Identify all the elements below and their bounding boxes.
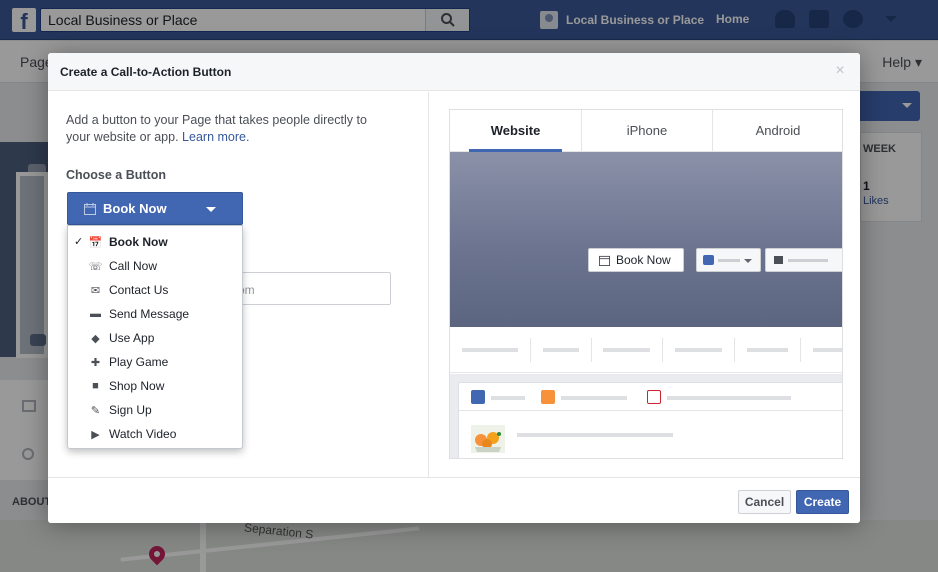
dialog-title: Create a Call-to-Action Button — [60, 65, 232, 79]
envelope-icon: ✉ — [90, 284, 101, 297]
menu-item-label: Send Message — [109, 307, 190, 321]
tab-android[interactable]: Android — [712, 110, 842, 152]
preview-cta-label: Book Now — [616, 253, 671, 267]
preview-tabs: Website iPhone Android — [450, 110, 842, 152]
preview-feed — [450, 374, 842, 458]
cube-icon: ◆ — [91, 332, 100, 345]
tab-iphone[interactable]: iPhone — [581, 110, 712, 152]
pencil-icon: ✎ — [90, 404, 101, 417]
preview-like-button — [696, 248, 761, 272]
menu-item-sign-up[interactable]: ✎ Sign Up — [68, 398, 242, 422]
placeholder-bar — [718, 259, 740, 262]
calendar-icon — [599, 255, 610, 266]
dialog-left-panel: Add a button to your Page that takes peo… — [48, 92, 428, 477]
button-type-menu: ✓ 📅 Book Now ☏ Call Now ✉ Contact Us ▬ Send Mess… — [67, 225, 243, 449]
choose-button-label: Choose a Button — [66, 168, 166, 182]
preview-cover-photo — [450, 152, 842, 327]
placeholder-bar — [675, 347, 722, 352]
menu-item-label: Call Now — [109, 259, 158, 273]
dialog-header: Create a Call-to-Action Button × — [48, 53, 860, 91]
nav-divider — [530, 337, 532, 362]
menu-item-label: Watch Video — [109, 427, 177, 441]
menu-item-label: Book Now — [109, 235, 168, 249]
profile-thumbnail-icon — [471, 425, 505, 453]
menu-item-label: Shop Now — [109, 379, 165, 393]
video-icon: ▶ — [91, 428, 100, 441]
selected-button-label: Book Now — [103, 201, 167, 216]
menu-item-send-message[interactable]: ▬ Send Message — [68, 302, 242, 326]
game-controller-icon: ✚ — [90, 356, 101, 369]
placeholder-bar — [667, 396, 791, 400]
preview-composer — [458, 382, 842, 458]
menu-item-book-now[interactable]: ✓ 📅 Book Now — [68, 230, 242, 254]
thumbs-up-icon — [703, 255, 714, 265]
nav-divider — [662, 337, 664, 362]
placeholder-bar — [812, 347, 842, 352]
message-icon — [774, 256, 783, 264]
create-button[interactable]: Create — [796, 490, 849, 514]
event-calendar-icon — [647, 390, 661, 404]
checkmark-icon: ✓ — [74, 236, 84, 248]
dialog-footer: Cancel Create — [48, 477, 860, 523]
menu-item-watch-video[interactable]: ▶ Watch Video — [68, 422, 242, 446]
panel-divider — [428, 92, 429, 477]
placeholder-bar — [462, 347, 519, 352]
placeholder-bar — [561, 396, 627, 400]
cta-dialog: Create a Call-to-Action Button × Add a b… — [48, 53, 860, 523]
preview-cta-button: Book Now — [588, 248, 684, 272]
nav-divider — [590, 337, 592, 362]
menu-item-call-now[interactable]: ☏ Call Now — [68, 254, 242, 278]
chevron-down-icon — [206, 207, 216, 212]
placeholder-bar — [603, 347, 651, 352]
intro-text: Add a button to your Page that takes peo… — [66, 112, 386, 146]
chevron-down-icon — [744, 259, 752, 263]
choose-button-dropdown[interactable]: Book Now — [67, 192, 243, 225]
placeholder-bar — [543, 347, 579, 352]
menu-item-shop-now[interactable]: ■ Shop Now — [68, 374, 242, 398]
status-pencil-icon — [471, 390, 485, 404]
nav-divider — [733, 337, 735, 362]
phone-icon: ☏ — [88, 260, 103, 273]
menu-item-label: Sign Up — [109, 403, 152, 417]
close-icon[interactable]: × — [830, 61, 850, 81]
placeholder-bar — [746, 347, 788, 352]
preview-page-nav — [450, 327, 842, 373]
shopping-bag-icon: ■ — [92, 380, 99, 392]
calendar-icon — [84, 202, 96, 215]
learn-more-link[interactable]: Learn more. — [182, 130, 249, 144]
preview-message-button — [765, 248, 842, 272]
composer-divider — [459, 410, 842, 411]
chat-bubble-icon: ▬ — [90, 308, 101, 320]
menu-item-label: Use App — [109, 331, 155, 345]
menu-item-use-app[interactable]: ◆ Use App — [68, 326, 242, 350]
menu-item-contact-us[interactable]: ✉ Contact Us — [68, 278, 242, 302]
tab-website[interactable]: Website — [450, 110, 581, 152]
placeholder-bar — [788, 259, 828, 262]
menu-item-label: Play Game — [109, 355, 169, 369]
menu-item-label: Contact Us — [109, 283, 169, 297]
placeholder-bar — [491, 396, 525, 400]
placeholder-bar — [517, 433, 673, 437]
nav-divider — [799, 337, 801, 362]
photo-icon — [541, 390, 555, 404]
calendar-icon: 📅 — [88, 236, 103, 249]
menu-item-play-game[interactable]: ✚ Play Game — [68, 350, 242, 374]
preview-panel: Website iPhone Android Book Now — [449, 109, 843, 459]
cancel-button[interactable]: Cancel — [738, 490, 791, 514]
